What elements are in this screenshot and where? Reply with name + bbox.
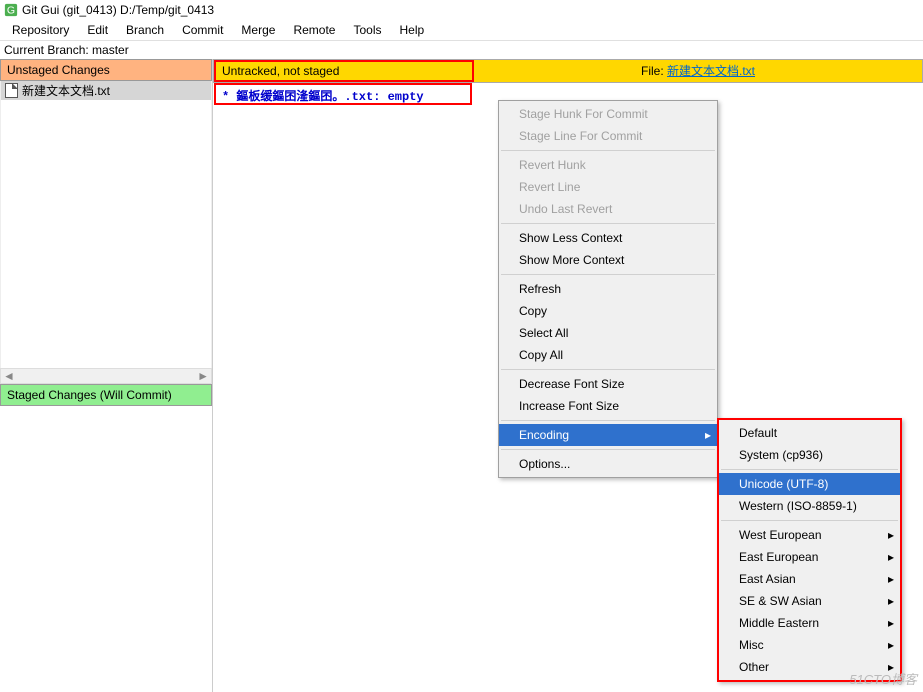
menu-item-unicode-utf-8-[interactable]: Unicode (UTF-8): [719, 473, 900, 495]
submenu-arrow-icon: ▸: [888, 550, 894, 564]
menu-item-system-cp936-[interactable]: System (cp936): [719, 444, 900, 466]
menu-item-stage-hunk-for-commit: Stage Hunk For Commit: [499, 103, 717, 125]
menu-item-east-european[interactable]: East European▸: [719, 546, 900, 568]
menu-separator: [501, 150, 715, 151]
left-column: Unstaged Changes 新建文本文档.txt ◄► Staged Ch…: [0, 59, 213, 692]
file-label: File:: [641, 64, 664, 78]
file-icon: [5, 83, 18, 98]
diff-file-link[interactable]: 新建文本文档.txt: [667, 64, 755, 78]
menu-branch[interactable]: Branch: [118, 22, 172, 38]
menu-separator: [501, 449, 715, 450]
menu-bar: Repository Edit Branch Commit Merge Remo…: [0, 20, 923, 41]
diff-status: Untracked, not staged: [214, 60, 474, 82]
file-name-label: 新建文本文档.txt: [22, 82, 110, 99]
window-title: Git Gui (git_0413) D:/Temp/git_0413: [22, 3, 214, 17]
submenu-arrow-icon: ▸: [888, 594, 894, 608]
menu-item-increase-font-size[interactable]: Increase Font Size: [499, 395, 717, 417]
menu-item-show-less-context[interactable]: Show Less Context: [499, 227, 717, 249]
menu-edit[interactable]: Edit: [79, 22, 116, 38]
menu-item-middle-eastern[interactable]: Middle Eastern▸: [719, 612, 900, 634]
menu-tools[interactable]: Tools: [345, 22, 389, 38]
menu-commit[interactable]: Commit: [174, 22, 231, 38]
menu-item-decrease-font-size[interactable]: Decrease Font Size: [499, 373, 717, 395]
git-app-icon: G: [4, 3, 18, 17]
menu-item-se-sw-asian[interactable]: SE & SW Asian▸: [719, 590, 900, 612]
menu-separator: [501, 420, 715, 421]
submenu-arrow-icon: ▸: [888, 638, 894, 652]
menu-item-encoding[interactable]: Encoding▸: [499, 424, 717, 446]
menu-separator: [721, 469, 898, 470]
list-item[interactable]: 新建文本文档.txt: [1, 81, 211, 100]
menu-item-east-asian[interactable]: East Asian▸: [719, 568, 900, 590]
menu-item-default[interactable]: Default: [719, 422, 900, 444]
menu-separator: [501, 223, 715, 224]
watermark: 51CTO博客: [849, 669, 917, 688]
svg-text:G: G: [7, 5, 15, 17]
menu-item-misc[interactable]: Misc▸: [719, 634, 900, 656]
menu-help[interactable]: Help: [391, 22, 432, 38]
scrollbar-horizontal[interactable]: ◄►: [0, 368, 212, 384]
unstaged-file-list[interactable]: 新建文本文档.txt: [0, 81, 212, 368]
submenu-arrow-icon: ▸: [888, 572, 894, 586]
menu-item-revert-line: Revert Line: [499, 176, 717, 198]
context-menu: Stage Hunk For CommitStage Line For Comm…: [498, 100, 718, 478]
diff-content-line: * 鏂板缓鏂囨湰鏂囨。.txt: empty: [214, 83, 472, 105]
menu-item-copy[interactable]: Copy: [499, 300, 717, 322]
menu-item-copy-all[interactable]: Copy All: [499, 344, 717, 366]
menu-remote[interactable]: Remote: [285, 22, 343, 38]
menu-item-options-[interactable]: Options...: [499, 453, 717, 475]
current-branch-label: Current Branch: master: [0, 41, 923, 59]
menu-merge[interactable]: Merge: [233, 22, 283, 38]
submenu-arrow-icon: ▸: [888, 616, 894, 630]
menu-separator: [501, 274, 715, 275]
menu-item-stage-line-for-commit: Stage Line For Commit: [499, 125, 717, 147]
menu-item-western-iso-8859-1-[interactable]: Western (ISO-8859-1): [719, 495, 900, 517]
menu-separator: [721, 520, 898, 521]
encoding-submenu: DefaultSystem (cp936)Unicode (UTF-8)West…: [717, 418, 902, 682]
submenu-arrow-icon: ▸: [705, 428, 711, 442]
menu-item-west-european[interactable]: West European▸: [719, 524, 900, 546]
staged-header: Staged Changes (Will Commit): [0, 384, 212, 406]
menu-separator: [501, 369, 715, 370]
menu-repository[interactable]: Repository: [4, 22, 77, 38]
window-titlebar: G Git Gui (git_0413) D:/Temp/git_0413: [0, 0, 923, 20]
staged-file-list[interactable]: [0, 406, 212, 692]
diff-header: Untracked, not staged File: 新建文本文档.txt: [213, 59, 923, 83]
submenu-arrow-icon: ▸: [888, 528, 894, 542]
menu-item-show-more-context[interactable]: Show More Context: [499, 249, 717, 271]
unstaged-header: Unstaged Changes: [0, 59, 212, 81]
menu-item-refresh[interactable]: Refresh: [499, 278, 717, 300]
menu-item-undo-last-revert: Undo Last Revert: [499, 198, 717, 220]
menu-item-revert-hunk: Revert Hunk: [499, 154, 717, 176]
diff-file-label-area: File: 新建文本文档.txt: [474, 60, 922, 82]
menu-item-select-all[interactable]: Select All: [499, 322, 717, 344]
